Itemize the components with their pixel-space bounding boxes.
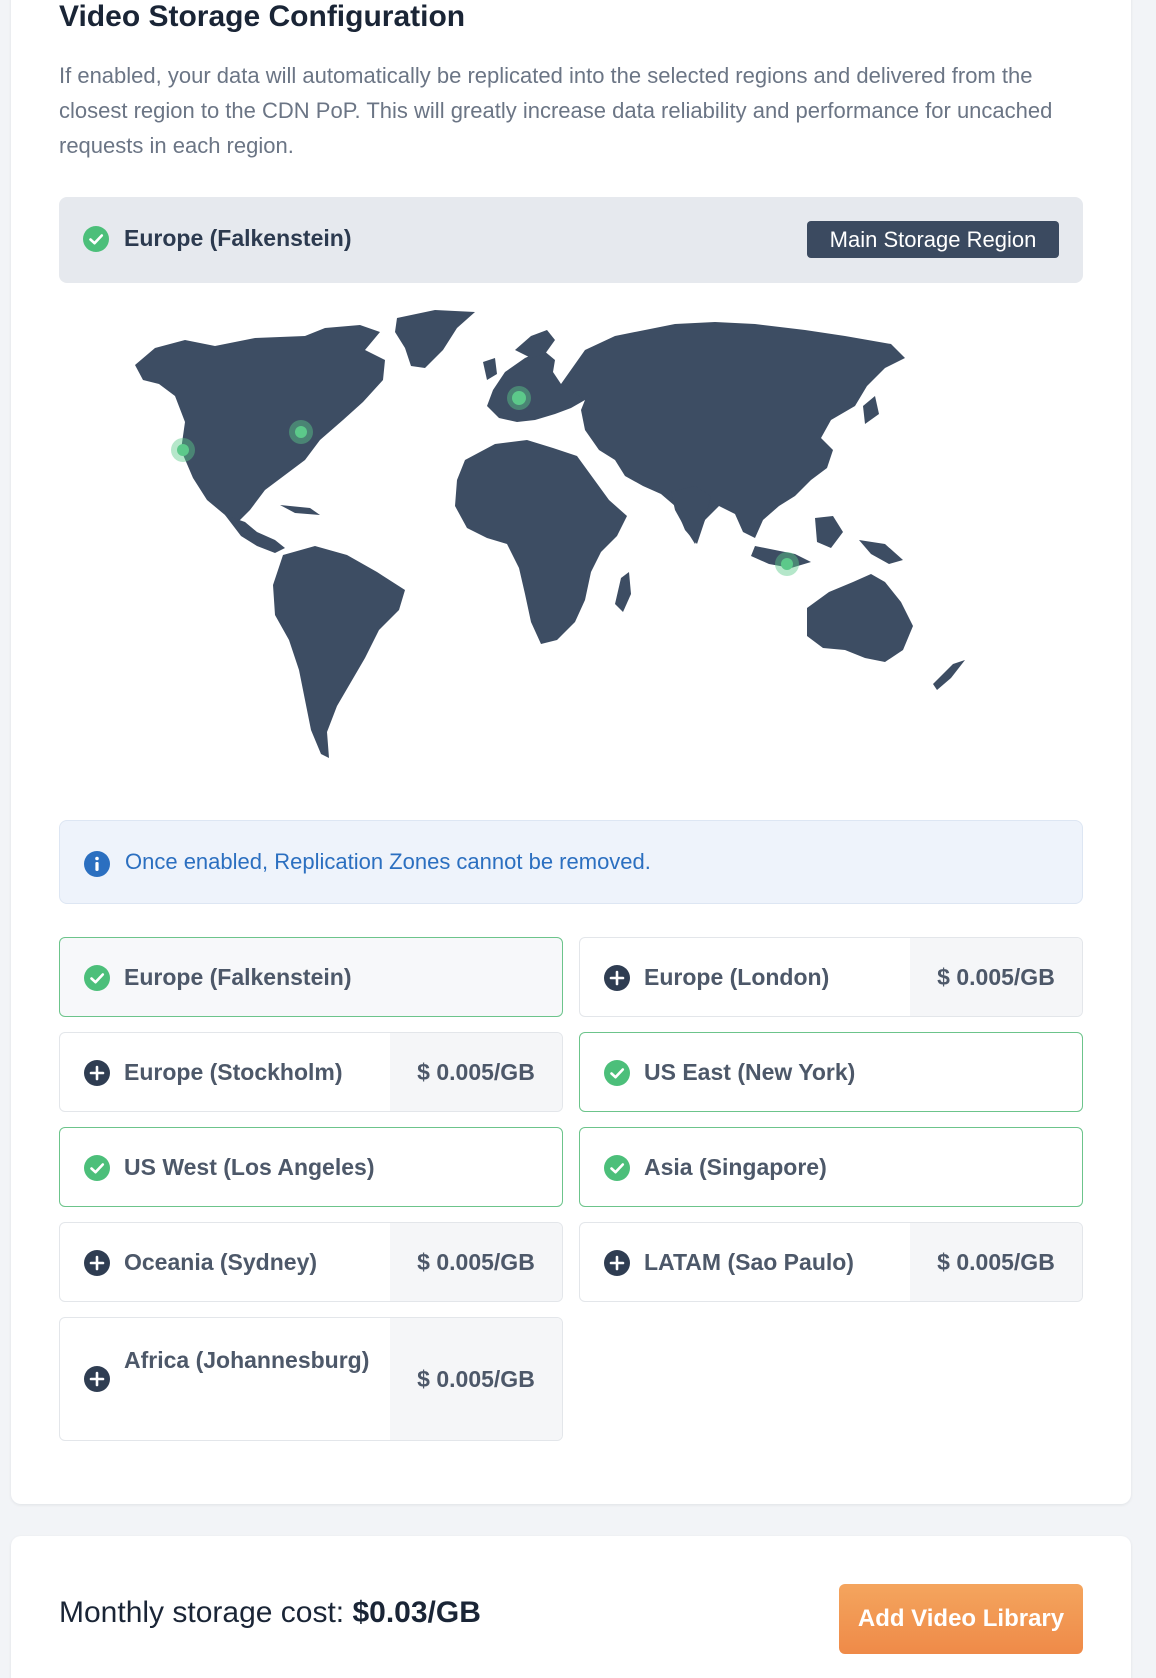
page-title: Video Storage Configuration: [59, 0, 466, 33]
region-label: Oceania (Sydney): [124, 1249, 318, 1275]
australia-shape: [807, 574, 913, 662]
monthly-cost: Monthly storage cost: $0.03/GB: [59, 1596, 481, 1630]
region-label: US West (Los Angeles): [124, 1154, 375, 1180]
region-us-west-los-angeles[interactable]: US West (Los Angeles): [59, 1127, 563, 1207]
check-circle-icon: [604, 1060, 630, 1086]
scandinavia-shape: [515, 330, 555, 358]
south-america-shape: [273, 546, 405, 758]
main-region-badge: Main Storage Region: [807, 221, 1059, 258]
cost-value: $0.03/GB: [352, 1596, 481, 1629]
region-price: $ 0.005/GB: [390, 1033, 562, 1111]
region-label: Europe (London): [644, 964, 830, 990]
plus-circle-icon: [84, 1060, 110, 1086]
region-label: Asia (Singapore): [644, 1154, 827, 1180]
footer-card: Monthly storage cost: $0.03/GB Add Video…: [11, 1536, 1131, 1678]
check-circle-icon: [84, 1155, 110, 1181]
region-label: Africa (Johannesburg): [124, 1347, 370, 1373]
region-label: Europe (Falkenstein): [124, 964, 352, 990]
cost-label: Monthly storage cost:: [59, 1596, 353, 1629]
region-latam-sao-paulo[interactable]: LATAM (Sao Paulo) $ 0.005/GB: [579, 1222, 1083, 1302]
region-price: $ 0.005/GB: [390, 1223, 562, 1301]
greenland-shape: [395, 310, 475, 368]
region-price: $ 0.005/GB: [390, 1318, 562, 1440]
madagascar-shape: [615, 572, 631, 612]
region-price: $ 0.005/GB: [910, 1223, 1082, 1301]
main-region-name: Europe (Falkenstein): [124, 225, 352, 251]
world-map-graphic: [135, 310, 965, 758]
japan-shape: [863, 396, 879, 424]
check-circle-icon: [83, 226, 109, 252]
notice-text: Once enabled, Replication Zones cannot b…: [125, 849, 651, 874]
new-zealand-shape: [933, 660, 965, 690]
plus-circle-icon: [84, 1250, 110, 1276]
check-circle-icon: [84, 965, 110, 991]
main-storage-region: Europe (Falkenstein) Main Storage Region: [59, 197, 1083, 283]
central-america-shape: [225, 515, 285, 553]
borneo-shape: [815, 516, 843, 548]
region-label: Europe (Stockholm): [124, 1059, 343, 1085]
region-europe-stockholm[interactable]: Europe (Stockholm) $ 0.005/GB: [59, 1032, 563, 1112]
plus-circle-icon: [604, 965, 630, 991]
region-label: US East (New York): [644, 1059, 856, 1085]
info-icon: [84, 851, 110, 877]
region-africa-johannesburg[interactable]: Africa (Johannesburg) $ 0.005/GB: [59, 1317, 563, 1441]
india-shape: [671, 486, 711, 544]
africa-shape: [455, 440, 627, 644]
region-europe-london[interactable]: Europe (London) $ 0.005/GB: [579, 937, 1083, 1017]
region-europe-falkenstein[interactable]: Europe (Falkenstein): [59, 937, 563, 1017]
plus-circle-icon: [84, 1366, 110, 1392]
storage-config-card: Video Storage Configuration If enabled, …: [11, 0, 1131, 1504]
add-video-library-button[interactable]: Add Video Library: [839, 1584, 1083, 1654]
plus-circle-icon: [604, 1250, 630, 1276]
britain-shape: [483, 358, 497, 380]
caribbean-shape: [280, 505, 320, 515]
region-us-east-new-york[interactable]: US East (New York): [579, 1032, 1083, 1112]
check-circle-icon: [604, 1155, 630, 1181]
region-oceania-sydney[interactable]: Oceania (Sydney) $ 0.005/GB: [59, 1222, 563, 1302]
region-price: $ 0.005/GB: [910, 938, 1082, 1016]
world-map: [115, 310, 1045, 790]
new-guinea-shape: [859, 540, 903, 564]
north-america-shape: [135, 325, 385, 525]
region-label: LATAM (Sao Paulo): [644, 1249, 854, 1275]
page-description: If enabled, your data will automatically…: [59, 63, 1053, 158]
replication-notice: Once enabled, Replication Zones cannot b…: [59, 820, 1083, 904]
region-asia-singapore[interactable]: Asia (Singapore): [579, 1127, 1083, 1207]
